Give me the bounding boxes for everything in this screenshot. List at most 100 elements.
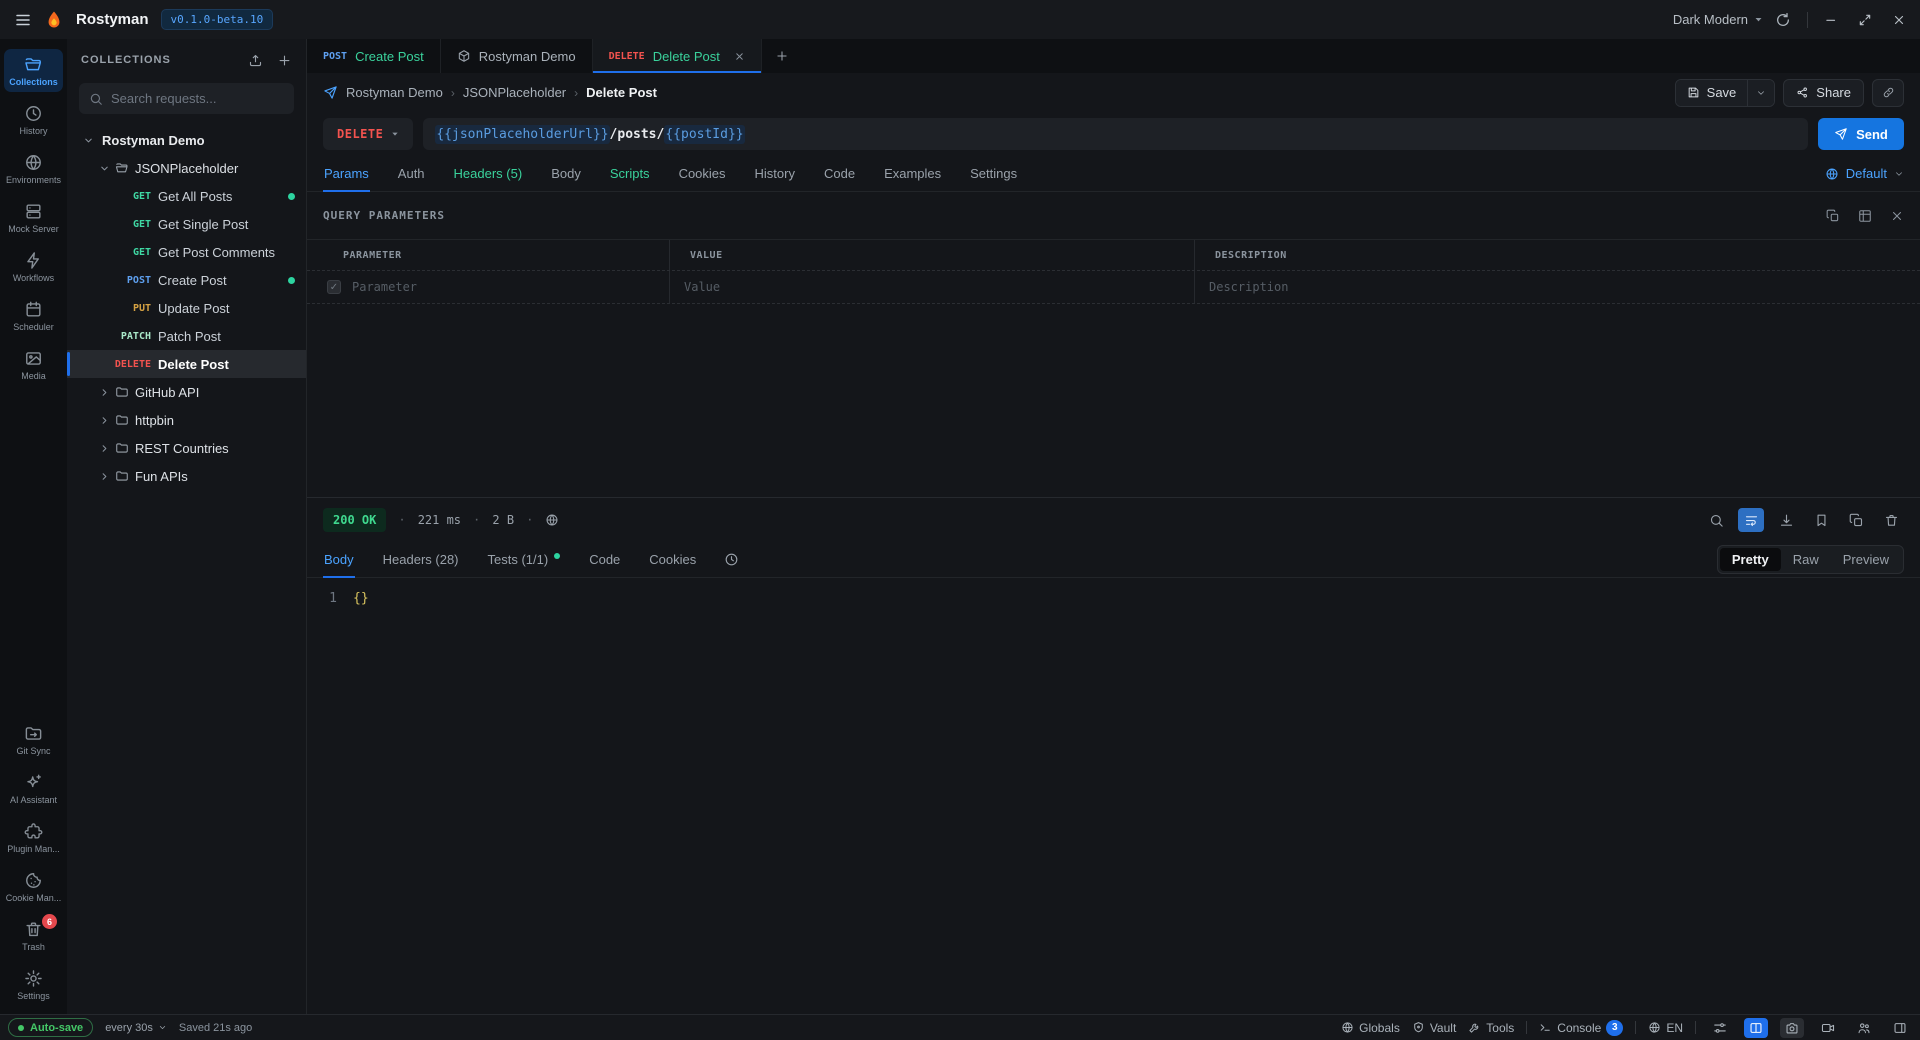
autosave-toggle[interactable]: Auto-save <box>8 1018 93 1037</box>
tree-item-folder[interactable]: GitHub API <box>67 378 306 406</box>
tree-item-request-selected[interactable]: DELETE Delete Post <box>67 350 306 378</box>
network-globe-icon[interactable] <box>545 513 559 527</box>
add-collection-icon[interactable] <box>277 53 292 68</box>
row-checkbox[interactable]: ✓ <box>327 280 341 294</box>
hamburger-menu-icon[interactable] <box>14 11 32 29</box>
screen-record-icon[interactable] <box>1816 1018 1840 1038</box>
tab-history[interactable]: History <box>754 156 796 191</box>
tab-response-body[interactable]: Body <box>323 542 355 577</box>
search-box[interactable] <box>79 83 294 114</box>
tree-item-folder[interactable]: JSONPlaceholder <box>67 154 306 182</box>
bookmark-icon[interactable] <box>1808 508 1834 532</box>
breadcrumb-item[interactable]: Rostyman Demo <box>346 85 443 100</box>
copy-icon[interactable] <box>1826 209 1840 223</box>
sidebar-item-media[interactable]: Media <box>4 343 63 386</box>
tab-headers[interactable]: Headers (5) <box>453 156 524 191</box>
tools-button[interactable]: Tools <box>1468 1021 1514 1035</box>
search-input[interactable] <box>111 91 287 106</box>
vault-button[interactable]: Vault <box>1412 1021 1456 1035</box>
toggles-icon[interactable] <box>1708 1018 1732 1038</box>
window-maximize-icon[interactable] <box>1858 13 1872 27</box>
breadcrumb-item[interactable]: JSONPlaceholder <box>463 85 566 100</box>
tree-item-request[interactable]: GET Get Post Comments <box>67 238 306 266</box>
panel-right-icon[interactable] <box>1888 1018 1912 1038</box>
description-input[interactable] <box>1209 280 1835 294</box>
sidebar-item-scheduler[interactable]: Scheduler <box>4 294 63 337</box>
tree-item-request[interactable]: GET Get Single Post <box>67 210 306 238</box>
layout-columns-icon[interactable] <box>1744 1018 1768 1038</box>
tab-response-cookies[interactable]: Cookies <box>648 542 697 577</box>
wrap-lines-icon[interactable] <box>1738 508 1764 532</box>
value-input[interactable] <box>684 280 1143 294</box>
save-button[interactable]: Save <box>1676 80 1748 106</box>
view-mode-pretty[interactable]: Pretty <box>1720 548 1781 571</box>
tree-item-folder[interactable]: httpbin <box>67 406 306 434</box>
window-close-icon[interactable] <box>1892 13 1906 27</box>
download-icon[interactable] <box>1773 508 1799 532</box>
copy-link-button[interactable] <box>1872 79 1904 107</box>
tab-response-code[interactable]: Code <box>588 542 621 577</box>
bulk-edit-icon[interactable] <box>1858 209 1872 223</box>
sidebar-item-trash[interactable]: 6 Trash <box>4 914 63 957</box>
language-selector[interactable]: EN <box>1648 1021 1683 1035</box>
tree-item-folder[interactable]: REST Countries <box>67 434 306 462</box>
sidebar-item-mock-server[interactable]: Mock Server <box>4 196 63 239</box>
tab-delete-post-active[interactable]: DELETE Delete Post <box>593 39 762 73</box>
close-tab-icon[interactable] <box>734 51 745 62</box>
view-mode-preview[interactable]: Preview <box>1831 548 1901 571</box>
tab-settings[interactable]: Settings <box>969 156 1018 191</box>
tab-body[interactable]: Body <box>550 156 582 191</box>
tree-item-folder[interactable]: Fun APIs <box>67 462 306 490</box>
method-selector[interactable]: DELETE <box>323 118 413 150</box>
autosave-interval-selector[interactable]: every 30s <box>105 1022 167 1034</box>
new-tab-button[interactable] <box>762 39 802 73</box>
sidebar-item-settings[interactable]: Settings <box>4 963 63 1006</box>
tab-examples[interactable]: Examples <box>883 156 942 191</box>
reload-icon[interactable] <box>1775 12 1791 28</box>
tree-item-request[interactable]: POST Create Post <box>67 266 306 294</box>
console-button[interactable]: Console 3 <box>1539 1020 1623 1036</box>
tree-item-request[interactable]: PUT Update Post <box>67 294 306 322</box>
tab-collection-overview[interactable]: Rostyman Demo <box>441 39 593 73</box>
tab-code[interactable]: Code <box>823 156 856 191</box>
sidebar-item-git-sync[interactable]: Git Sync <box>4 718 63 761</box>
window-minimize-icon[interactable] <box>1824 13 1838 27</box>
tab-response-headers[interactable]: Headers (28) <box>382 542 460 577</box>
screenshot-camera-icon[interactable] <box>1780 1018 1804 1038</box>
clear-response-icon[interactable] <box>1878 508 1904 532</box>
tab-cookies[interactable]: Cookies <box>678 156 727 191</box>
save-options-chevron[interactable] <box>1747 80 1774 106</box>
tab-response-tests[interactable]: Tests (1/1) <box>487 542 562 577</box>
sidebar-item-environments[interactable]: Environments <box>4 147 63 190</box>
globals-button[interactable]: Globals <box>1341 1021 1400 1035</box>
parameter-input[interactable] <box>352 280 663 294</box>
copy-response-icon[interactable] <box>1843 508 1869 532</box>
sidebar-item-ai-assistant[interactable]: AI Assistant <box>4 767 63 810</box>
sidebar-item-collections[interactable]: Collections <box>4 49 63 92</box>
column-header: DESCRIPTION <box>1194 240 1904 270</box>
sidebar-item-cookie-manager[interactable]: Cookie Man... <box>4 865 63 908</box>
tab-params[interactable]: Params <box>323 156 370 191</box>
tree-item-request[interactable]: GET Get All Posts <box>67 182 306 210</box>
share-button[interactable]: Share <box>1783 79 1864 107</box>
theme-selector[interactable]: Dark Modern <box>1673 12 1763 27</box>
import-icon[interactable] <box>248 53 263 68</box>
response-body-viewer[interactable]: 1 {} <box>307 578 1920 1014</box>
lightning-icon <box>24 251 43 270</box>
tab-scripts[interactable]: Scripts <box>609 156 651 191</box>
tab-auth[interactable]: Auth <box>397 156 426 191</box>
tree-item-collection[interactable]: Rostyman Demo <box>67 126 306 154</box>
environment-selector[interactable]: Default <box>1825 156 1904 191</box>
tree-item-request[interactable]: PATCH Patch Post <box>67 322 306 350</box>
team-icon[interactable] <box>1852 1018 1876 1038</box>
search-response-icon[interactable] <box>1703 508 1729 532</box>
url-input[interactable]: {{jsonPlaceholderUrl}}/posts/{{postId}} <box>423 118 1808 150</box>
tab-create-post[interactable]: POST Create Post <box>307 39 441 73</box>
view-mode-raw[interactable]: Raw <box>1781 548 1831 571</box>
sidebar-item-history[interactable]: History <box>4 98 63 141</box>
sidebar-item-plugin-manager[interactable]: Plugin Man... <box>4 816 63 859</box>
sidebar-item-workflows[interactable]: Workflows <box>4 245 63 288</box>
response-history-clock-icon[interactable] <box>724 542 739 577</box>
send-button[interactable]: Send <box>1818 118 1904 150</box>
close-icon[interactable] <box>1890 209 1904 223</box>
